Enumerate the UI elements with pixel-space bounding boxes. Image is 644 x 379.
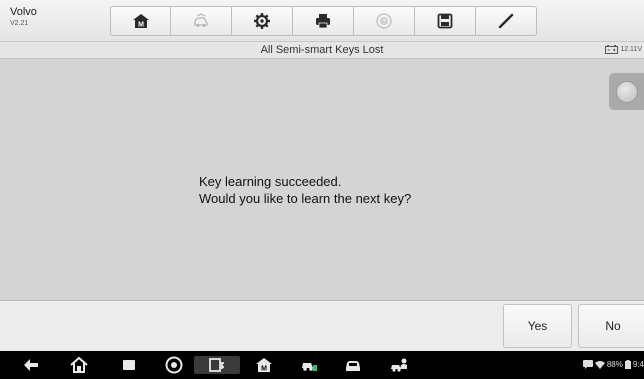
- battery-icon: [624, 360, 631, 369]
- car-icon: [346, 361, 360, 371]
- dialog-message: Key learning succeeded. Would you like t…: [199, 173, 411, 207]
- message-line-1: Key learning succeeded.: [199, 174, 342, 189]
- chrome-shortcut[interactable]: [165, 356, 183, 374]
- svg-text:M: M: [138, 22, 144, 29]
- remote-expert-shortcut[interactable]: [390, 356, 408, 374]
- page-title: All Semi-smart Keys Lost: [260, 44, 384, 56]
- vci-connector-icon: [209, 358, 224, 372]
- clock: 9:4: [632, 360, 644, 369]
- action-bar: Yes No: [0, 300, 644, 351]
- floating-circle-icon: [615, 80, 638, 103]
- edit-button[interactable]: [476, 6, 537, 36]
- back-arrow-icon: [24, 359, 38, 371]
- yes-button[interactable]: Yes: [503, 304, 572, 348]
- vci-connection-shortcut[interactable]: [194, 356, 240, 374]
- help-button[interactable]: ?: [354, 6, 415, 36]
- system-status: 88% 9:4: [582, 360, 644, 369]
- save-button[interactable]: [415, 6, 476, 36]
- software-version: V2.21: [10, 20, 29, 27]
- floating-menu-button[interactable]: [609, 73, 644, 110]
- message-icon: [582, 360, 593, 369]
- top-toolbar: Volvo V2.21 M ?: [0, 0, 644, 42]
- vehicle-voltage: 12.11V: [605, 45, 642, 54]
- message-line-2: Would you like to learn the next key?: [199, 191, 412, 206]
- save-icon: [437, 13, 453, 29]
- print-icon: [316, 14, 330, 29]
- title-bar: All Semi-smart Keys Lost 12.11V: [0, 42, 644, 59]
- settings-button[interactable]: [232, 6, 293, 36]
- settings-icon: [254, 13, 270, 29]
- maxisys-home-icon: M: [256, 358, 272, 373]
- no-button[interactable]: No: [578, 304, 644, 348]
- house-icon: [70, 356, 88, 373]
- vehicle-swap-button[interactable]: [171, 6, 232, 36]
- home-button[interactable]: M: [110, 6, 171, 36]
- vehicle-shortcut[interactable]: [344, 356, 362, 374]
- home-icon: M: [132, 14, 149, 29]
- recent-apps-icon: [123, 360, 135, 370]
- battery-percent: 88%: [606, 360, 623, 369]
- car-technician-icon: [391, 358, 407, 372]
- vehicle-battery-icon: [605, 45, 619, 54]
- android-home-button[interactable]: [70, 356, 88, 374]
- chrome-icon: [165, 356, 183, 374]
- voltage-value: 12.11V: [620, 46, 642, 53]
- car-diagnostics-icon: [302, 363, 317, 371]
- vehicle-swap-icon: [194, 13, 208, 27]
- message-panel: Key learning succeeded. Would you like t…: [0, 60, 644, 300]
- edit-icon: [498, 13, 514, 29]
- maxisys-home-shortcut[interactable]: M: [255, 356, 273, 374]
- recent-apps-button[interactable]: [120, 356, 138, 374]
- brand-name: Volvo: [10, 6, 37, 18]
- screen: Volvo V2.21 M ? All Semi-smart Keys Lost…: [0, 0, 644, 379]
- wifi-icon: [594, 361, 605, 369]
- system-nav-bar: M 88% 9:4: [0, 351, 644, 379]
- help-icon: ?: [376, 13, 392, 29]
- brand-block: Volvo V2.21: [10, 6, 37, 29]
- tool-strip: M ?: [110, 6, 537, 36]
- back-button[interactable]: [22, 356, 40, 374]
- diagnostics-shortcut[interactable]: [300, 356, 318, 374]
- svg-text:M: M: [261, 366, 267, 373]
- print-button[interactable]: [293, 6, 354, 36]
